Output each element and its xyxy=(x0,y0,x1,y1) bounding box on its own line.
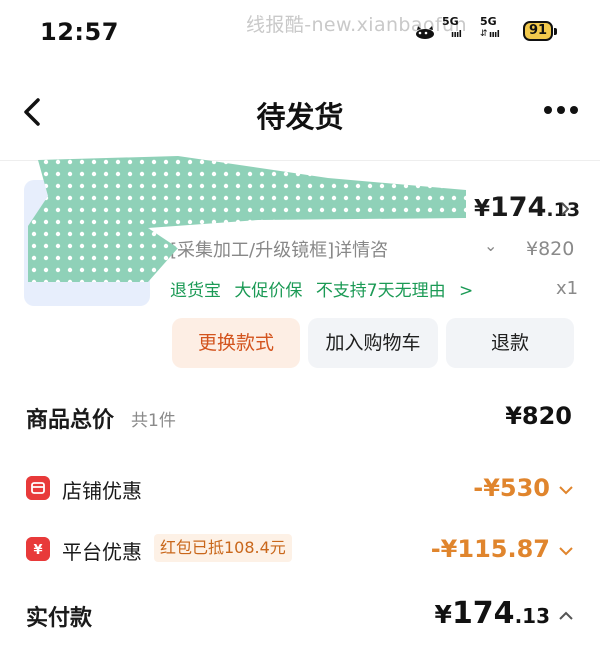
signal-bars-icon-2: ıııl xyxy=(489,30,500,40)
platform-discount-row[interactable]: ¥ 平台优惠 红包已抵108.4元 -¥115.87 xyxy=(0,534,600,567)
paid-amount-row[interactable]: 实付款 ¥174.13 xyxy=(0,596,600,636)
store-coupon-icon xyxy=(26,476,50,500)
chevron-up-icon[interactable] xyxy=(558,610,574,622)
chevron-right-icon[interactable] xyxy=(558,200,572,218)
chevron-down-icon[interactable] xyxy=(558,484,574,496)
status-time: 12:57 xyxy=(40,18,119,46)
red-packet-badge: 红包已抵108.4元 xyxy=(154,534,292,562)
paid-label: 实付款 xyxy=(26,606,93,631)
service-tags[interactable]: 退货宝 大促价保 不支持7天无理由 > xyxy=(170,276,473,301)
price-currency: ¥ xyxy=(474,196,491,222)
add-to-cart-button[interactable]: 加入购物车 xyxy=(308,318,438,368)
change-style-button[interactable]: 更换款式 xyxy=(172,318,300,368)
platform-discount-label: 平台优惠 xyxy=(62,540,142,564)
quantity: x1 xyxy=(556,278,579,299)
service-tag: 不支持7天无理由 xyxy=(315,281,446,301)
paid-currency: ¥ xyxy=(434,600,452,629)
price-integer: 174 xyxy=(490,192,547,223)
store-discount-label: 店铺优惠 xyxy=(62,479,142,503)
refund-button[interactable]: 退款 xyxy=(446,318,574,368)
network-5g-label-2: 5G xyxy=(480,15,497,28)
store-discount-amount: -¥530 xyxy=(473,474,550,502)
network-5g-label: 5G xyxy=(442,15,459,28)
total-price-label: 商品总价 xyxy=(26,408,115,433)
paid-decimal: .13 xyxy=(514,604,550,628)
status-bar: 12:57 线报酷-new.xianbaofun 5G ıııl ⇵ 5G ıı… xyxy=(0,0,600,64)
chevron-down-icon[interactable]: ⌄ xyxy=(484,236,497,255)
data-arrows-icon: ⇵ xyxy=(480,29,488,39)
cat-icon xyxy=(416,26,434,39)
more-options-icon[interactable] xyxy=(544,106,578,116)
page-title: 待发货 xyxy=(256,100,344,134)
total-price-row: 商品总价 共1件 ¥820 xyxy=(0,402,600,434)
signal-bars-icon: ıııl xyxy=(451,30,462,40)
battery-tip xyxy=(554,28,557,35)
chevron-down-icon[interactable] xyxy=(558,545,574,557)
product-card[interactable]: 3 [采集加工/升级镜框]详情咨 ⌄ ¥174.13 ¥820 退货宝 大促价保… xyxy=(0,156,600,382)
service-tag: 退货宝 xyxy=(170,281,221,301)
total-price-amount: ¥820 xyxy=(505,402,572,430)
paid-integer: 174 xyxy=(451,596,515,631)
platform-coupon-icon: ¥ xyxy=(26,537,50,561)
redaction-overlay xyxy=(28,156,466,282)
svg-text:¥: ¥ xyxy=(33,543,42,558)
store-discount-row[interactable]: 店铺优惠 -¥530 xyxy=(0,474,600,506)
item-count: 共1件 xyxy=(131,411,176,431)
order-detail-page: 12:57 线报酷-new.xianbaofun 5G ıııl ⇵ 5G ıı… xyxy=(0,0,600,651)
service-tag: 大促价保 xyxy=(234,281,303,301)
platform-discount-amount: -¥115.87 xyxy=(430,535,550,563)
nav-header: 待发货 xyxy=(0,80,600,144)
paid-amount: ¥174.13 xyxy=(435,596,550,631)
services-arrow-icon: > xyxy=(459,281,474,301)
original-price: ¥820 xyxy=(526,238,575,260)
battery-icon: 91 xyxy=(523,21,553,41)
